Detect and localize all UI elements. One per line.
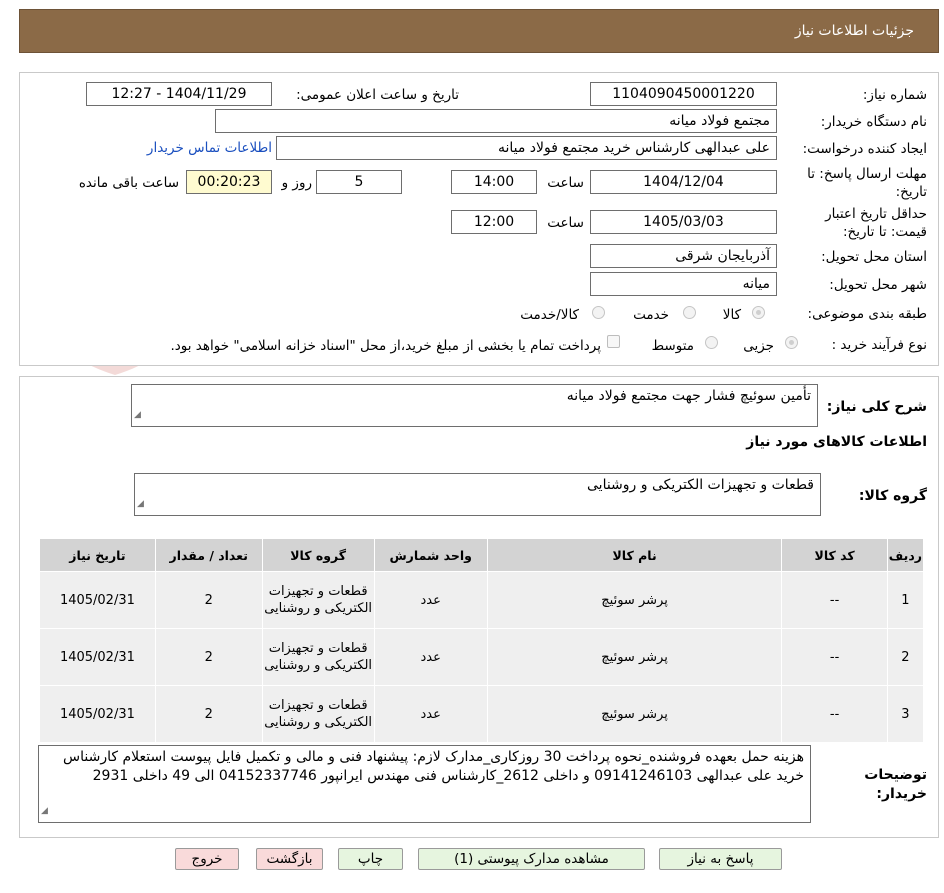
column-header-group: گروه کالا bbox=[261, 538, 375, 572]
buyer-notes-label-line1: توضیحات bbox=[864, 767, 927, 783]
resize-grip-icon[interactable]: ◢ bbox=[41, 802, 48, 821]
deadline-label-line2: تاریخ: bbox=[895, 184, 927, 200]
process-label: نوع فرآیند خرید : bbox=[831, 337, 927, 353]
remaining-time-label: ساعت باقی مانده bbox=[78, 175, 179, 191]
goods-info-title: اطلاعات کالاهای مورد نیاز bbox=[746, 434, 927, 450]
cell-row-number: 2 bbox=[886, 628, 925, 686]
requester-label: ایجاد کننده درخواست: bbox=[802, 141, 927, 157]
exit-button[interactable]: خروج bbox=[175, 848, 239, 870]
cell-group: قطعات و تجهیزات الکتریکی و روشنایی bbox=[261, 628, 375, 686]
days-field: 5 bbox=[316, 170, 402, 194]
column-header-unit: واحد شمارش bbox=[373, 538, 488, 572]
category-option-goods: کالا bbox=[722, 307, 741, 323]
city-label: شهر محل تحویل: bbox=[829, 277, 927, 293]
summary-text: تأمین سوئیچ فشار جهت مجتمع فولاد میانه bbox=[566, 388, 811, 404]
reply-button[interactable]: پاسخ به نیاز bbox=[659, 848, 782, 870]
category-radio-service[interactable] bbox=[683, 306, 696, 319]
days-label: روز و bbox=[281, 175, 312, 191]
cell-code: -- bbox=[781, 685, 888, 743]
goods-group-textarea[interactable]: قطعات و تجهیزات الکتریکی و روشنایی ◢ bbox=[134, 473, 821, 516]
cell-name: پرشر سوئیچ bbox=[486, 685, 783, 743]
goods-table: ردیف کد کالا نام کالا واحد شمارش گروه کا… bbox=[39, 538, 925, 743]
column-header-code: کد کالا bbox=[781, 538, 888, 572]
category-radio-goods-service[interactable] bbox=[592, 306, 605, 319]
buyer-org-label: نام دستگاه خریدار: bbox=[820, 114, 927, 130]
buyer-notes-textarea[interactable]: هزینه حمل بعهده فروشنده_نحوه پرداخت 30 ر… bbox=[38, 745, 811, 823]
table-row: 1 -- پرشر سوئیچ عدد قطعات و تجهیزات الکت… bbox=[39, 571, 925, 629]
process-radio-minor[interactable] bbox=[785, 336, 798, 349]
deadline-time-field: 14:00 bbox=[451, 170, 537, 194]
cell-date: 1405/02/31 bbox=[39, 571, 156, 629]
remaining-time-field: 00:20:23 bbox=[186, 170, 272, 194]
need-number-field: 1104090450001220 bbox=[590, 82, 777, 106]
print-button[interactable]: چاپ bbox=[338, 848, 403, 870]
process-radio-medium[interactable] bbox=[705, 336, 718, 349]
deadline-label-line1: مهلت ارسال پاسخ: تا bbox=[807, 166, 927, 182]
cell-code: -- bbox=[781, 628, 888, 686]
back-button[interactable]: بازگشت bbox=[256, 848, 323, 870]
process-option-medium: متوسط bbox=[651, 338, 694, 354]
summary-textarea[interactable]: تأمین سوئیچ فشار جهت مجتمع فولاد میانه ◢ bbox=[131, 384, 818, 427]
cell-quantity: 2 bbox=[154, 685, 263, 743]
process-option-minor: جزیی bbox=[743, 338, 774, 354]
column-header-name: نام کالا bbox=[486, 538, 783, 572]
cell-date: 1405/02/31 bbox=[39, 628, 156, 686]
page-header: جزئیات اطلاعات نیاز bbox=[19, 9, 939, 53]
cell-quantity: 2 bbox=[154, 571, 263, 629]
resize-grip-icon[interactable]: ◢ bbox=[137, 495, 144, 514]
validity-label-line1: حداقل تاریخ اعتبار bbox=[825, 206, 927, 222]
table-header-row: ردیف کد کالا نام کالا واحد شمارش گروه کا… bbox=[39, 538, 925, 572]
need-number-label: شماره نیاز: bbox=[862, 87, 927, 103]
category-option-goods-service: کالا/خدمت bbox=[520, 307, 579, 323]
goods-group-text: قطعات و تجهیزات الکتریکی و روشنایی bbox=[587, 477, 814, 493]
deadline-time-label: ساعت bbox=[547, 175, 584, 191]
buyer-org-field: مجتمع فولاد میانه bbox=[215, 109, 777, 133]
treasury-payment-note: پرداخت تمام یا بخشی از مبلغ خرید،از محل … bbox=[170, 338, 601, 354]
category-radio-goods[interactable] bbox=[752, 306, 765, 319]
city-field: میانه bbox=[590, 272, 777, 296]
deadline-date-field: 1404/12/04 bbox=[590, 170, 777, 194]
requester-field: علی عبدالهی کارشناس خرید مجتمع فولاد میا… bbox=[276, 136, 777, 160]
announce-date-label: تاریخ و ساعت اعلان عمومی: bbox=[296, 87, 459, 103]
page-title: جزئیات اطلاعات نیاز bbox=[794, 23, 914, 39]
cell-row-number: 1 bbox=[886, 571, 925, 629]
buyer-notes-label-line2: خریدار: bbox=[876, 786, 927, 802]
column-header-row-number: ردیف bbox=[886, 538, 925, 572]
province-field: آذربایجان شرقی bbox=[590, 244, 777, 268]
cell-unit: عدد bbox=[373, 685, 488, 743]
validity-date-field: 1405/03/03 bbox=[590, 210, 777, 234]
cell-code: -- bbox=[781, 571, 888, 629]
cell-name: پرشر سوئیچ bbox=[486, 571, 783, 629]
cell-quantity: 2 bbox=[154, 628, 263, 686]
buyer-contact-link[interactable]: اطلاعات تماس خریدار bbox=[147, 140, 272, 156]
province-label: استان محل تحویل: bbox=[821, 249, 927, 265]
cell-unit: عدد bbox=[373, 628, 488, 686]
treasury-payment-checkbox[interactable] bbox=[607, 335, 620, 348]
validity-label-line2: قیمت: تا تاریخ: bbox=[843, 224, 927, 240]
announce-date-field: 1404/11/29 - 12:27 bbox=[86, 82, 272, 106]
validity-time-field: 12:00 bbox=[451, 210, 537, 234]
cell-row-number: 3 bbox=[886, 685, 925, 743]
cell-group: قطعات و تجهیزات الکتریکی و روشنایی bbox=[261, 571, 375, 629]
table-row: 2 -- پرشر سوئیچ عدد قطعات و تجهیزات الکت… bbox=[39, 628, 925, 686]
cell-name: پرشر سوئیچ bbox=[486, 628, 783, 686]
column-header-quantity: تعداد / مقدار bbox=[154, 538, 263, 572]
view-attachments-button[interactable]: مشاهده مدارک پیوستی (1) bbox=[418, 848, 645, 870]
table-row: 3 -- پرشر سوئیچ عدد قطعات و تجهیزات الکت… bbox=[39, 685, 925, 743]
category-label: طبقه بندی موضوعی: bbox=[807, 306, 927, 322]
validity-time-label: ساعت bbox=[547, 215, 584, 231]
category-option-service: خدمت bbox=[633, 307, 669, 323]
resize-grip-icon[interactable]: ◢ bbox=[134, 406, 141, 425]
column-header-date: تاریخ نیاز bbox=[39, 538, 156, 572]
goods-group-label: گروه کالا: bbox=[858, 488, 927, 504]
cell-group: قطعات و تجهیزات الکتریکی و روشنایی bbox=[261, 685, 375, 743]
cell-unit: عدد bbox=[373, 571, 488, 629]
cell-date: 1405/02/31 bbox=[39, 685, 156, 743]
buyer-notes-text: هزینه حمل بعهده فروشنده_نحوه پرداخت 30 ر… bbox=[63, 749, 804, 784]
summary-label: شرح کلی نیاز: bbox=[826, 399, 927, 415]
